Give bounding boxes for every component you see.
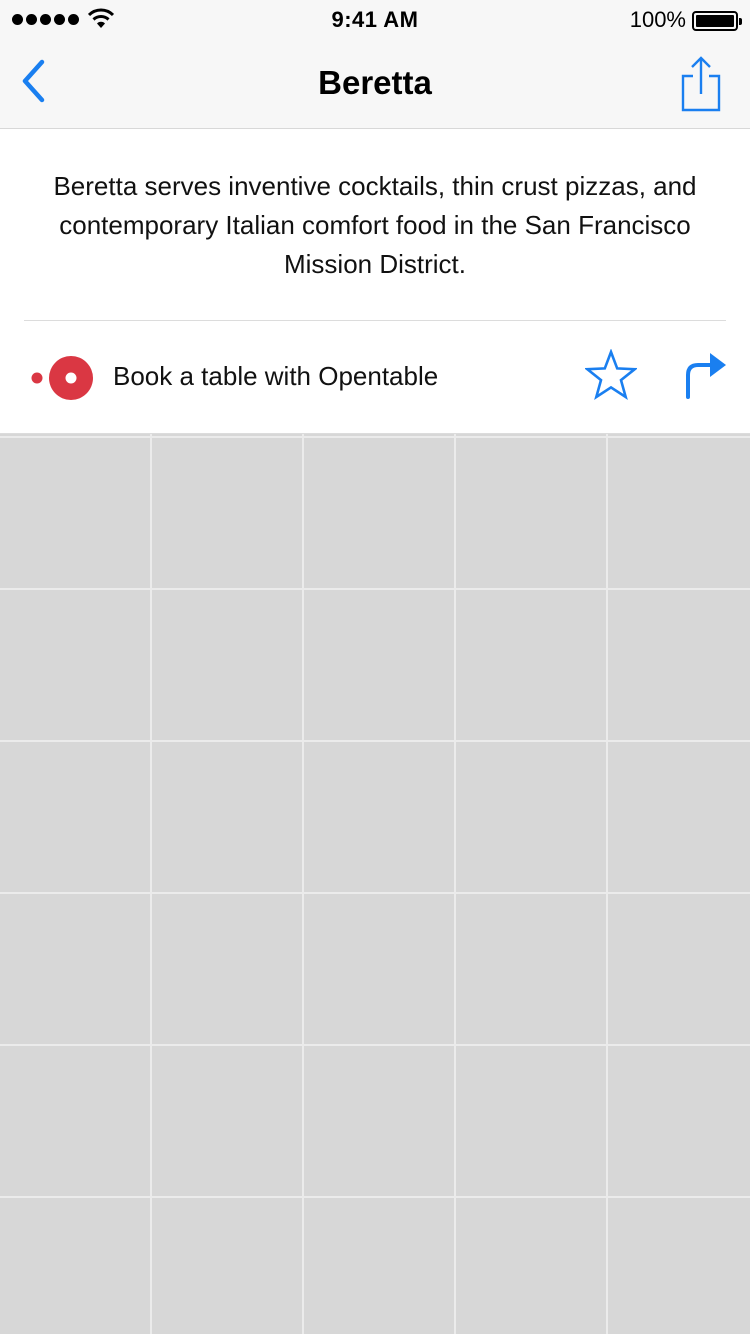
battery-icon xyxy=(692,11,742,31)
map-grid-line xyxy=(302,434,304,1334)
map-grid-line xyxy=(606,434,608,1334)
status-bar: 9:41 AM 100% xyxy=(0,0,750,40)
share-button[interactable] xyxy=(678,54,724,114)
map-grid-line xyxy=(0,892,750,894)
share-icon xyxy=(681,56,721,112)
star-icon[interactable] xyxy=(585,349,637,401)
restaurant-description: Beretta serves inventive cocktails, thin… xyxy=(53,171,697,279)
map-grid-line xyxy=(0,436,750,438)
map-grid-line xyxy=(0,1044,750,1046)
directions-icon[interactable] xyxy=(682,349,728,401)
booking-row: Book a table with Opentable xyxy=(0,321,750,434)
map-grid-line xyxy=(0,740,750,742)
page-title: Beretta xyxy=(318,64,432,101)
map-grid-line xyxy=(454,434,456,1334)
map-grid-line xyxy=(0,588,750,590)
battery-percentage: 100% xyxy=(629,7,686,32)
book-table-link[interactable]: Book a table with Opentable xyxy=(113,361,438,392)
map-grid-line xyxy=(150,434,152,1334)
map-view[interactable] xyxy=(0,434,750,1334)
map-grid-line xyxy=(0,1196,750,1198)
opentable-logo-icon xyxy=(31,356,93,400)
navigation-bar: Beretta xyxy=(0,40,750,129)
